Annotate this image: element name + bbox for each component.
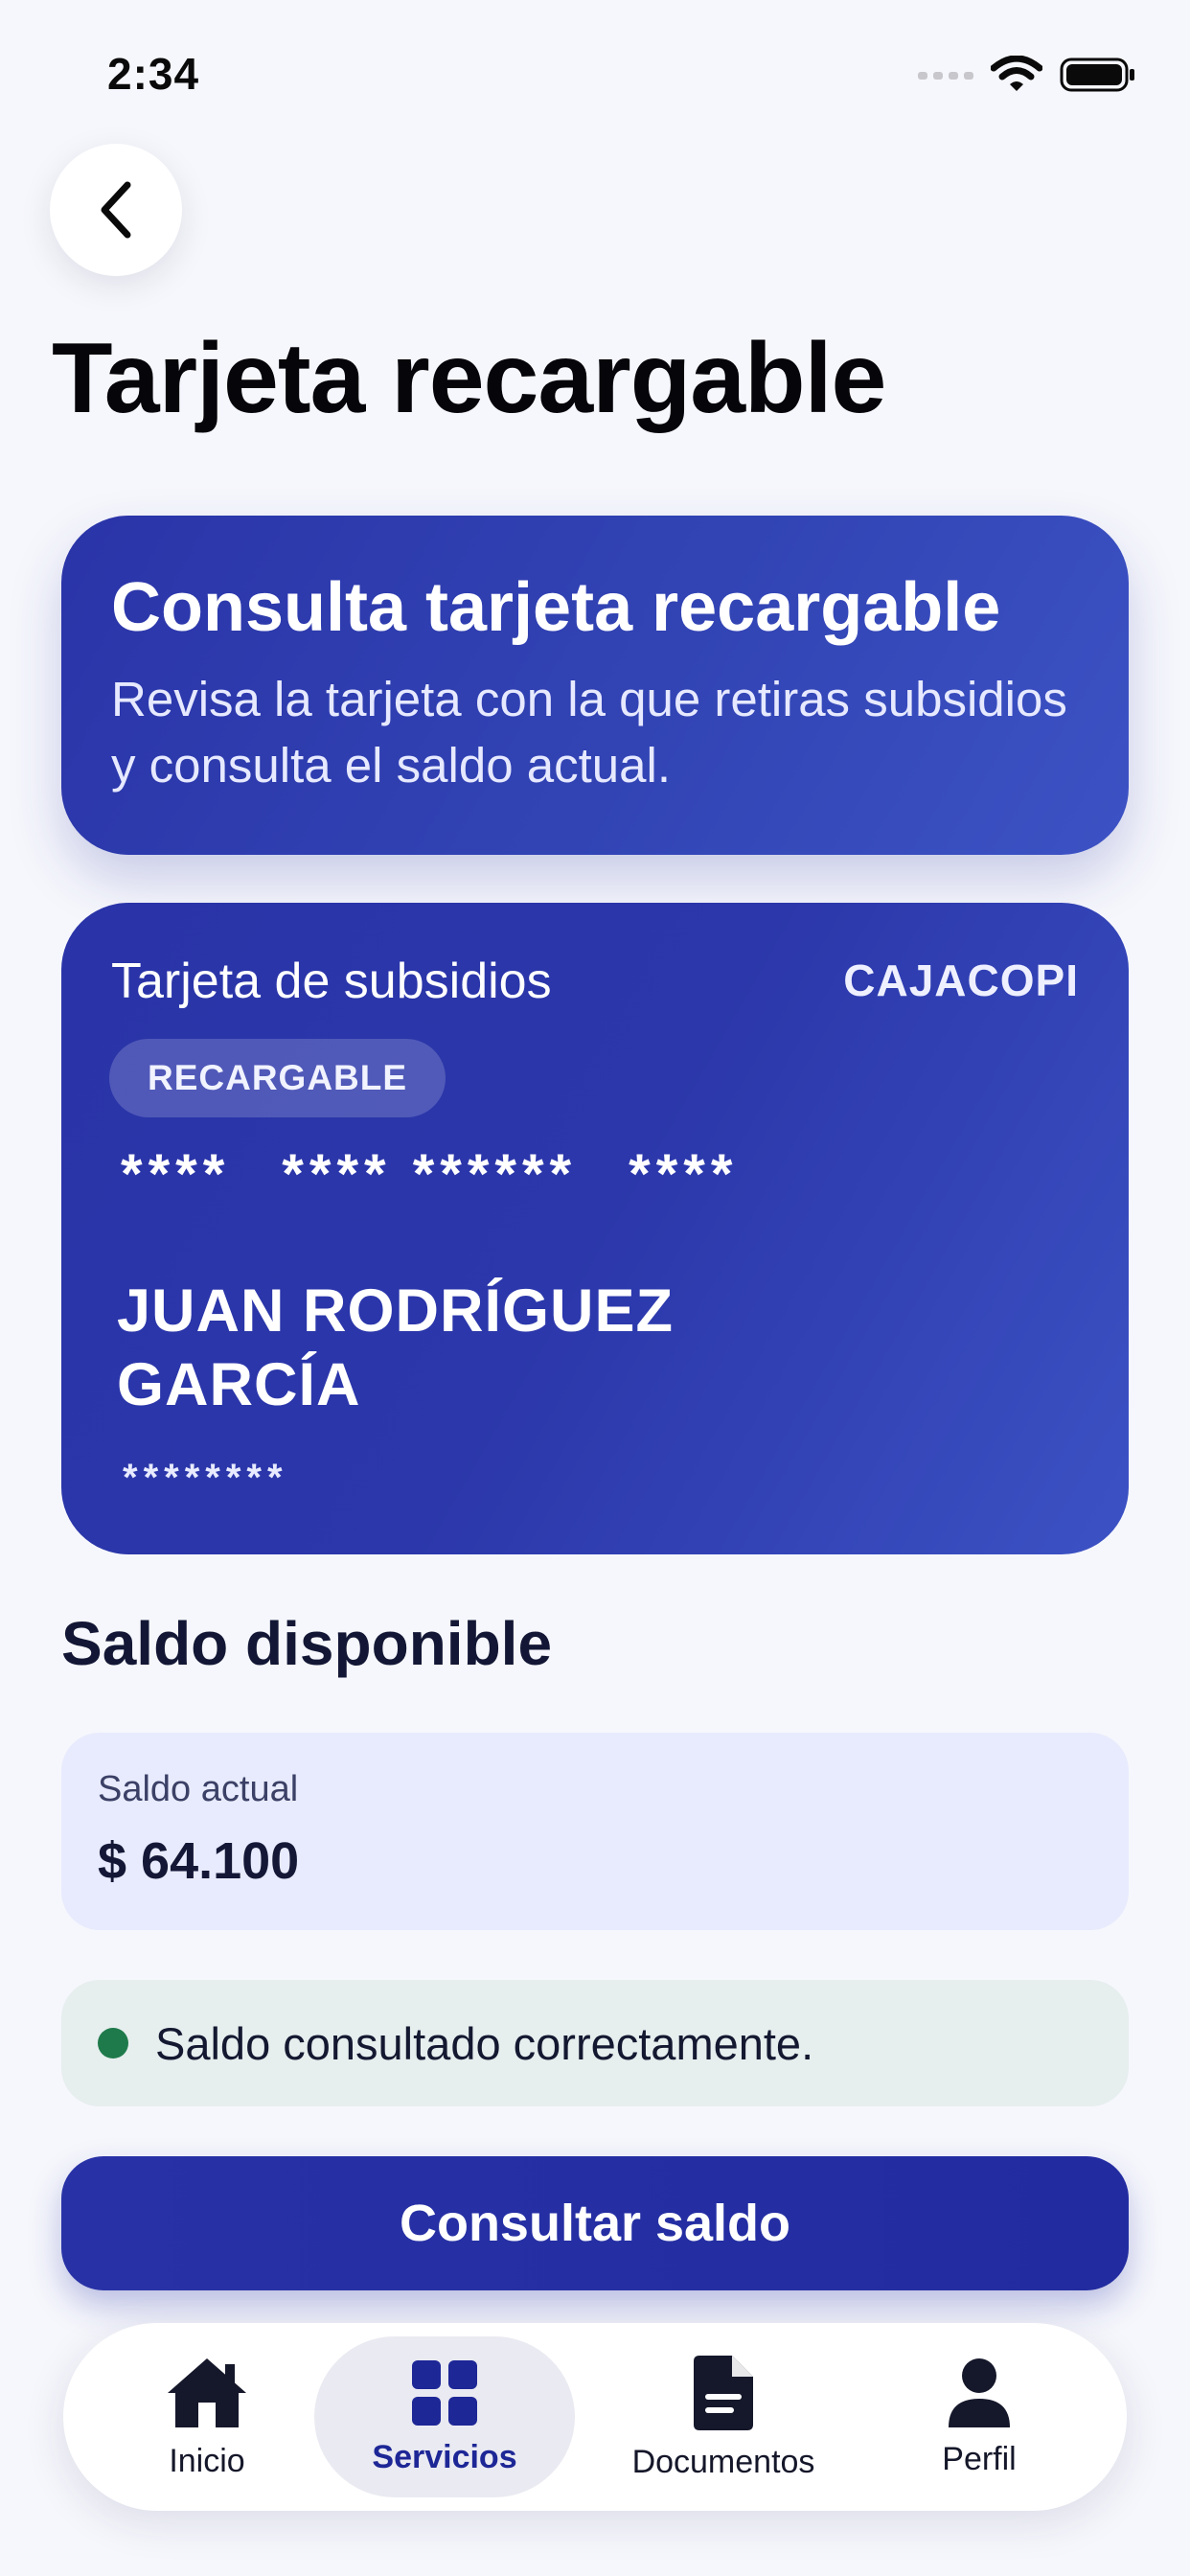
grid-icon xyxy=(412,2359,477,2426)
user-icon xyxy=(949,2358,1010,2427)
balance-box: Saldo actual $ 64.100 xyxy=(61,1733,1129,1930)
wifi-icon xyxy=(991,56,1042,91)
card-number-group: **** xyxy=(629,1143,739,1206)
info-card: Consulta tarjeta recargable Revisa la ta… xyxy=(61,516,1129,855)
nav-item-inicio[interactable]: Inicio xyxy=(121,2336,293,2497)
card-masked-code: ******** xyxy=(123,1457,288,1499)
card-type-badge: RECARGABLE xyxy=(109,1039,446,1117)
status-message-text: Saldo consultado correctamente. xyxy=(155,2017,814,2069)
balance-value: $ 64.100 xyxy=(98,1832,300,1890)
nav-label: Inicio xyxy=(169,2442,245,2479)
battery-icon xyxy=(1060,58,1134,92)
nav-item-documentos[interactable]: Documentos xyxy=(613,2336,834,2497)
home-icon xyxy=(168,2358,246,2427)
status-time: 2:34 xyxy=(107,49,200,99)
signal-icon xyxy=(918,72,973,80)
info-card-description: Revisa la tarjeta con la que retiras sub… xyxy=(111,671,1067,794)
nav-item-servicios[interactable]: Servicios xyxy=(314,2336,575,2497)
status-message: Saldo consultado correctamente. xyxy=(61,1980,1129,2106)
card-number-group: **** ****** xyxy=(282,1143,578,1206)
card-number-group: **** xyxy=(121,1143,231,1206)
info-card-title: Consulta tarjeta recargable xyxy=(111,569,1001,646)
chevron-left-icon xyxy=(101,181,131,239)
subsidy-card: Tarjeta de subsidios CAJACOPI RECARGABLE… xyxy=(61,903,1129,1554)
card-number: **** **** ****** **** xyxy=(121,1142,738,1207)
nav-label: Perfil xyxy=(942,2440,1017,2477)
bottom-nav: Inicio Servicios Documentos Perfil xyxy=(63,2323,1127,2511)
card-label: Tarjeta de subsidios xyxy=(111,954,552,1009)
status-indicators xyxy=(918,56,1136,94)
nav-label: Documentos xyxy=(631,2443,815,2480)
card-brand: CAJACOPI xyxy=(843,955,1079,1005)
card-holder-name: JUAN RODRÍGUEZ GARCÍA xyxy=(117,1277,675,1418)
success-dot-icon xyxy=(98,2028,128,2058)
document-icon xyxy=(694,2355,753,2430)
page-title: Tarjeta recargable xyxy=(52,323,886,434)
nav-item-perfil[interactable]: Perfil xyxy=(893,2336,1065,2497)
back-button[interactable] xyxy=(50,144,182,276)
nav-label: Servicios xyxy=(372,2438,517,2475)
balance-section-title: Saldo disponible xyxy=(61,1609,553,1678)
balance-label: Saldo actual xyxy=(98,1769,299,1809)
check-balance-button[interactable]: Consultar saldo xyxy=(61,2156,1129,2290)
